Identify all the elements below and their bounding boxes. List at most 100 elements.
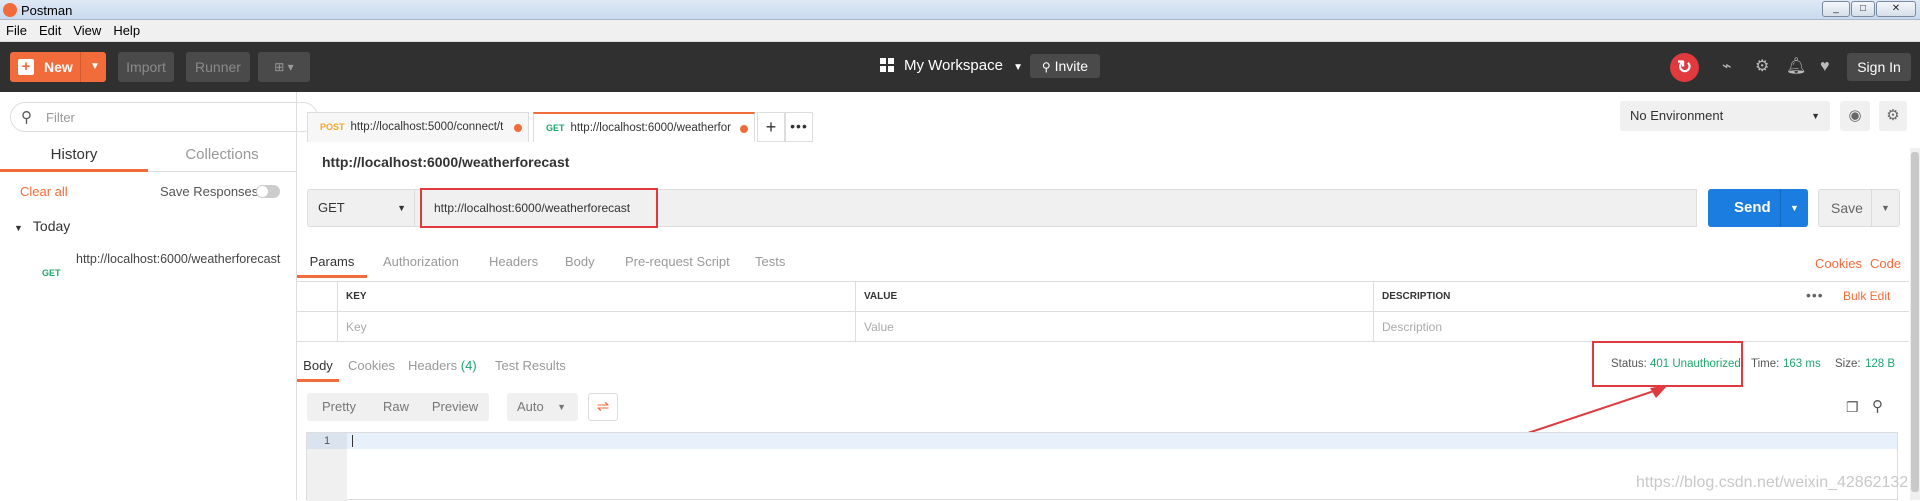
grid-icon bbox=[880, 58, 894, 72]
save-responses-toggle[interactable] bbox=[256, 185, 280, 198]
chevron-down-icon: ▼ bbox=[397, 203, 406, 213]
send-button[interactable]: Send ▼ bbox=[1708, 189, 1808, 227]
workspace-selector[interactable]: My Workspace ▼ bbox=[880, 54, 1023, 80]
wrap-lines-icon[interactable]: ⇌ bbox=[588, 393, 618, 421]
text-caret bbox=[352, 435, 353, 447]
menu-view[interactable]: View bbox=[67, 20, 107, 42]
gear-icon[interactable]: ⚙ bbox=[1879, 101, 1907, 131]
annotation-arrow bbox=[1509, 385, 1668, 440]
value-input[interactable]: Value bbox=[855, 312, 1373, 342]
tab-collections[interactable]: Collections bbox=[148, 142, 296, 172]
chevron-down-icon: ▼ bbox=[14, 223, 23, 233]
minimize-button[interactable]: _ bbox=[1822, 1, 1850, 17]
method-select[interactable]: GET ▼ bbox=[307, 189, 415, 227]
runner-button[interactable]: Runner bbox=[186, 52, 250, 82]
sidebar: ⚲ Filter History Collections Clear all S… bbox=[0, 92, 318, 500]
tab-headers[interactable]: Headers bbox=[489, 254, 538, 269]
format-select[interactable]: Auto ▼ bbox=[507, 393, 578, 421]
clear-all-link[interactable]: Clear all bbox=[20, 184, 68, 199]
sync-icon[interactable]: ↻ bbox=[1670, 53, 1699, 82]
new-window-button[interactable]: ⊞ ▾ bbox=[258, 52, 310, 82]
history-item-method: GET bbox=[42, 268, 61, 278]
time-value: 163 ms bbox=[1783, 358, 1821, 370]
column-value: VALUE bbox=[855, 282, 1373, 312]
params-more-button[interactable]: ••• bbox=[1806, 281, 1824, 309]
chevron-down-icon: ▼ bbox=[1013, 62, 1023, 73]
import-button[interactable]: Import bbox=[118, 52, 174, 82]
eye-icon[interactable]: ◉ bbox=[1840, 101, 1870, 131]
history-item-url: http://localhost:6000/weatherforecast bbox=[76, 252, 281, 266]
new-button[interactable]: + New ▼ bbox=[10, 52, 106, 82]
chevron-down-icon[interactable]: ▼ bbox=[90, 52, 100, 82]
format-label: Auto bbox=[517, 399, 544, 414]
chevron-down-icon[interactable]: ▼ bbox=[1881, 190, 1890, 226]
row-checkbox-cell[interactable] bbox=[297, 312, 337, 342]
add-user-icon: ⚲ bbox=[1041, 60, 1051, 74]
save-button[interactable]: Save ▼ bbox=[1818, 189, 1900, 227]
response-tab-headers[interactable]: Headers (4) bbox=[408, 358, 477, 373]
search-icon[interactable]: ⚲ bbox=[1872, 397, 1883, 415]
tab-method: POST bbox=[320, 122, 345, 132]
bulk-edit-link[interactable]: Bulk Edit bbox=[1843, 281, 1890, 311]
environment-select[interactable]: No Environment ▼ bbox=[1620, 101, 1830, 131]
vertical-scrollbar[interactable] bbox=[1910, 148, 1920, 500]
heart-icon[interactable]: ♥ bbox=[1820, 58, 1830, 76]
app-header: + New ▼ Import Runner ⊞ ▾ My Workspace ▼… bbox=[0, 42, 1920, 92]
method-label: GET bbox=[318, 200, 345, 215]
chevron-down-icon: ▼ bbox=[557, 402, 566, 412]
tab-params[interactable]: Params bbox=[297, 254, 367, 278]
environment-label: No Environment bbox=[1630, 108, 1724, 123]
history-item[interactable]: GET http://localhost:6000/weatherforecas… bbox=[0, 248, 297, 292]
size-label: Size: bbox=[1835, 358, 1861, 370]
bell-icon[interactable]: 🔔︎ bbox=[1786, 58, 1806, 76]
plus-icon: + bbox=[18, 59, 34, 75]
request-title: http://localhost:6000/weatherforecast bbox=[322, 154, 570, 170]
params-table: KEY VALUE DESCRIPTION Key Value Descript… bbox=[297, 281, 1909, 342]
filter-input[interactable]: ⚲ Filter bbox=[10, 102, 318, 132]
menu-help[interactable]: Help bbox=[107, 20, 146, 42]
menu-edit[interactable]: Edit bbox=[33, 20, 67, 42]
history-group-today[interactable]: ▼ Today bbox=[14, 218, 70, 234]
save-responses-label: Save Responses bbox=[160, 184, 259, 199]
new-window-icon: ⊞ ▾ bbox=[274, 60, 294, 74]
editor-line bbox=[347, 433, 1897, 449]
line-number: 1 bbox=[307, 433, 347, 449]
invite-button[interactable]: ⚲ Invite bbox=[1030, 54, 1100, 78]
maximize-button[interactable]: □ bbox=[1851, 1, 1875, 17]
response-tab-cookies[interactable]: Cookies bbox=[348, 358, 395, 373]
response-tab-body[interactable]: Body bbox=[297, 358, 339, 382]
url-value[interactable]: http://localhost:6000/weatherforecast bbox=[420, 188, 658, 228]
preview-button[interactable]: Preview bbox=[421, 393, 489, 421]
chevron-down-icon[interactable]: ▼ bbox=[1790, 189, 1799, 227]
request-tab[interactable]: POST http://localhost:5000/connect/t bbox=[307, 112, 529, 142]
tab-tests[interactable]: Tests bbox=[755, 254, 785, 269]
key-input[interactable]: Key bbox=[337, 312, 855, 342]
divider bbox=[1871, 190, 1872, 226]
chevron-down-icon: ▼ bbox=[1811, 111, 1820, 121]
close-button[interactable]: ✕ bbox=[1876, 1, 1916, 17]
raw-button[interactable]: Raw bbox=[371, 393, 421, 421]
search-icon: ⚲ bbox=[21, 109, 32, 126]
cookies-link[interactable]: Cookies bbox=[1815, 256, 1862, 271]
menu-file[interactable]: File bbox=[0, 20, 33, 42]
copy-icon[interactable]: ❐ bbox=[1846, 399, 1859, 416]
settings-icon[interactable]: ⚙ bbox=[1755, 58, 1769, 76]
tab-history[interactable]: History bbox=[0, 142, 148, 172]
table-row: Key Value Description bbox=[297, 312, 1909, 342]
pretty-button[interactable]: Pretty bbox=[307, 393, 371, 421]
watermark: https://blog.csdn.net/weixin_42862132 bbox=[1636, 474, 1909, 491]
response-tab-test-results[interactable]: Test Results bbox=[495, 358, 566, 373]
scrollbar-thumb[interactable] bbox=[1911, 152, 1919, 492]
description-input[interactable]: Description bbox=[1373, 312, 1909, 342]
request-tab-active[interactable]: GET http://localhost:6000/weatherfor bbox=[533, 112, 755, 142]
tab-authorization[interactable]: Authorization bbox=[383, 254, 459, 269]
invite-label: Invite bbox=[1054, 58, 1089, 74]
size-value: 128 B bbox=[1865, 358, 1896, 370]
tab-body[interactable]: Body bbox=[565, 254, 595, 269]
tab-more-button[interactable]: ••• bbox=[785, 112, 813, 142]
tab-pre-request-script[interactable]: Pre-request Script bbox=[625, 254, 730, 269]
code-link[interactable]: Code bbox=[1870, 256, 1901, 271]
add-tab-button[interactable]: + bbox=[757, 112, 785, 142]
satellite-icon[interactable]: ⌁ bbox=[1722, 58, 1732, 76]
signin-button[interactable]: Sign In bbox=[1847, 53, 1911, 81]
